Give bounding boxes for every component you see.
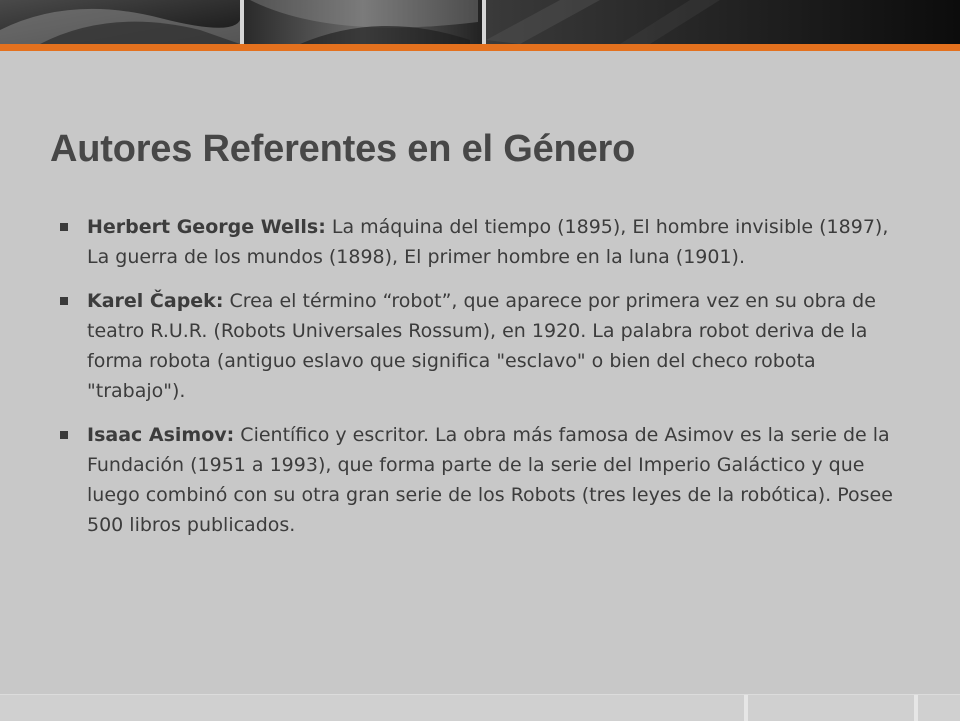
header-image-band (0, 0, 960, 44)
footer-divider (744, 695, 748, 721)
footer-divider (914, 695, 918, 721)
bullet-item-wells: Herbert George Wells: La máquina del tie… (60, 212, 910, 272)
footer-band (0, 694, 960, 721)
bullet-item-asimov: Isaac Asimov: Científico y escritor. La … (60, 420, 910, 540)
accent-rule (0, 44, 960, 51)
bullet-item-capek: Karel Čapek: Crea el término “robot”, qu… (60, 286, 910, 406)
square-bullet-icon (60, 297, 68, 305)
slide-title: Autores Referentes en el Género (50, 128, 636, 170)
square-bullet-icon (60, 223, 68, 231)
bullet-list: Herbert George Wells: La máquina del tie… (60, 212, 910, 554)
header-decorative-image (0, 0, 960, 44)
bullet-author-label: Karel Čapek: (87, 290, 224, 312)
bullet-author-label: Herbert George Wells: (87, 216, 326, 238)
bullet-author-label: Isaac Asimov: (87, 424, 235, 446)
square-bullet-icon (60, 431, 68, 439)
